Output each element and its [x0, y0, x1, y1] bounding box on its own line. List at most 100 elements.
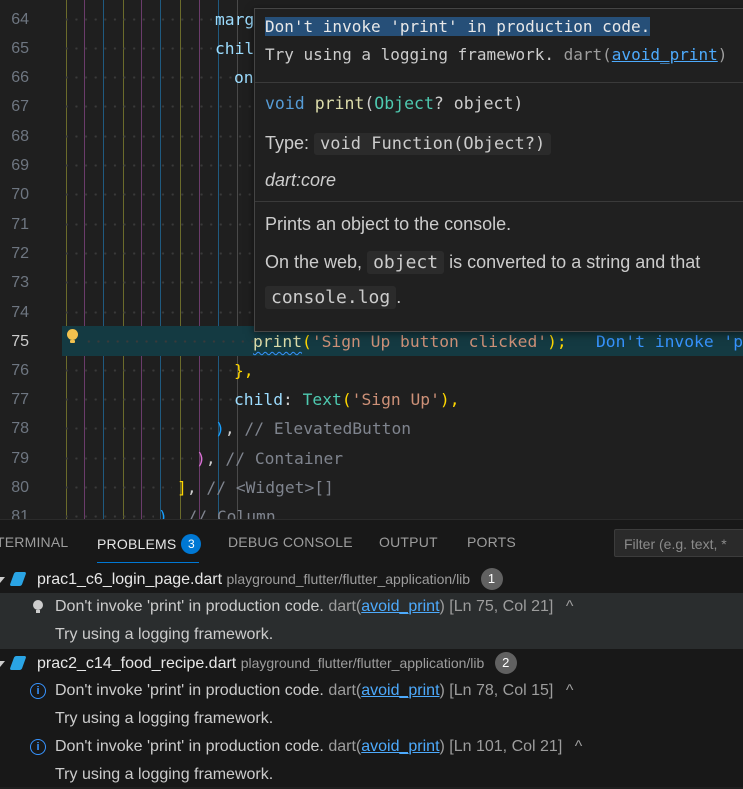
code-text: ), // Column — [158, 502, 276, 519]
problem-content: Don't invoke 'print' in production code.… — [55, 677, 573, 705]
code-comment: // <Widget>[] — [206, 478, 334, 497]
problem-source: dart( — [328, 682, 362, 699]
code-token: ) — [196, 449, 206, 468]
signature-paren: ( — [364, 94, 375, 113]
tab-debug-console[interactable]: DEBUG CONSOLE — [228, 534, 353, 550]
code-token: Text — [302, 390, 342, 409]
code-token: child — [234, 390, 284, 409]
tab-terminal[interactable]: TERMINAL — [0, 534, 68, 550]
code-line[interactable]: 81 ), // Column — [0, 502, 743, 519]
avoid-print-link[interactable]: avoid_print — [361, 738, 439, 755]
avoid-print-link[interactable]: avoid_print — [612, 45, 718, 64]
collapse-icon[interactable]: ^ — [566, 682, 574, 699]
code-comment: // Container — [225, 449, 344, 468]
problem-hint-row: Try using a logging framework. — [0, 705, 743, 733]
hover-doc-line1: Prints an object to the console. — [265, 214, 512, 234]
code-line[interactable]: 78 ), // ElevatedButton — [0, 414, 743, 444]
diagnostic-message: Don't invoke 'print' in production code. — [265, 17, 651, 36]
whitespace-dots — [62, 151, 252, 181]
hover-divider — [255, 82, 743, 83]
file-name: prac2_c14_food_recipe.dart — [37, 655, 237, 672]
line-number: 77 — [11, 391, 29, 408]
code-token: ) — [158, 507, 168, 519]
problem-message: Don't invoke 'print' in production code. — [55, 682, 324, 699]
code-token: : — [283, 390, 303, 409]
tab-problems[interactable]: PROBLEMS 3 — [97, 534, 202, 554]
tab-output[interactable]: OUTPUT — [379, 534, 438, 550]
code-token-string: 'Sign Up' — [351, 390, 440, 409]
lightbulb-icon[interactable] — [67, 329, 79, 343]
problem-location: [Ln 75, Col 21] — [449, 598, 554, 615]
whitespace-dots — [62, 356, 232, 386]
problem-hint: Try using a logging framework. — [55, 710, 274, 727]
code-token-string: 'Sign Up button clicked' — [311, 332, 548, 351]
line-number: 78 — [11, 420, 29, 437]
code-token: , — [205, 449, 226, 468]
code-text: ), // Container — [196, 444, 343, 473]
whitespace-dots — [62, 502, 154, 519]
doc-text: . — [396, 287, 402, 307]
hover-diagnostic: Don't invoke 'print' in production code.… — [255, 13, 743, 79]
collapse-icon[interactable]: ^ — [566, 598, 574, 615]
code-text: on — [234, 68, 254, 87]
code-token: , — [224, 419, 245, 438]
file-path: playground_flutter/flutter_application/l… — [240, 655, 485, 671]
problem-hint: Try using a logging framework. — [55, 766, 274, 783]
code-text: ], // <Widget>[] — [177, 473, 334, 502]
diagnostic-source-close: ) — [717, 45, 728, 64]
doc-code: console.log — [265, 286, 397, 309]
code-text: marg — [215, 10, 255, 29]
avoid-print-link[interactable]: avoid_print — [361, 598, 439, 615]
file-info: prac2_c14_food_recipe.dart playground_fl… — [37, 649, 517, 678]
line-number: 79 — [11, 450, 29, 467]
problem-file-row[interactable]: prac2_c14_food_recipe.dart playground_fl… — [0, 649, 743, 677]
collapse-icon[interactable]: ^ — [575, 738, 583, 755]
code-line[interactable]: 80 ], // <Widget>[] — [0, 473, 743, 503]
problem-source-close: ) — [439, 598, 445, 615]
whitespace-dots — [62, 444, 192, 474]
problem-content: Don't invoke 'print' in production code.… — [55, 733, 582, 761]
problems-count-badge: 3 — [181, 534, 202, 554]
doc-code: object — [367, 251, 445, 274]
line-number: 75 — [11, 333, 29, 350]
problem-content: Don't invoke 'print' in production code.… — [55, 593, 573, 621]
code-token: ) — [215, 419, 225, 438]
code-editor[interactable]: 64 marg 65 chil 66 on 67 68 69 70 71 72 … — [0, 0, 743, 519]
code-token: , — [167, 507, 188, 519]
whitespace-dots — [84, 327, 274, 357]
code-token: , — [186, 478, 207, 497]
hover-signature: void print(Object? object) — [255, 86, 743, 122]
problem-row[interactable]: i Don't invoke 'print' in production cod… — [0, 677, 743, 705]
whitespace-dots — [62, 473, 172, 503]
line-number: 80 — [11, 479, 29, 496]
code-token: ( — [302, 332, 312, 351]
file-problem-count: 1 — [480, 568, 503, 590]
tab-ports[interactable]: PORTS — [467, 534, 516, 550]
doc-text: On the web, — [265, 252, 363, 272]
avoid-print-link[interactable]: avoid_print — [361, 682, 439, 699]
code-token: ] — [177, 478, 187, 497]
code-line[interactable]: 77 child: Text('Sign Up'), — [0, 385, 743, 415]
info-icon: i — [30, 683, 46, 699]
active-tab-indicator — [97, 562, 199, 563]
file-path: playground_flutter/flutter_application/l… — [226, 571, 471, 587]
diagnostic-hint: Try using a logging framework. — [265, 45, 554, 64]
diagnostic-hint-line: Try using a logging framework. dart(avoi… — [265, 41, 743, 69]
whitespace-dots — [62, 180, 252, 210]
whitespace-dots — [62, 268, 252, 298]
whitespace-dots — [62, 122, 252, 152]
line-number: 74 — [11, 304, 29, 321]
line-number: 64 — [11, 11, 29, 28]
problem-row[interactable]: i Don't invoke 'print' in production cod… — [0, 733, 743, 761]
whitespace-dots — [62, 210, 252, 240]
whitespace-dots — [62, 298, 252, 328]
code-line[interactable]: 76 }, — [0, 356, 743, 386]
type-label: Type: — [265, 133, 310, 153]
problems-filter-input[interactable]: Filter (e.g. text, * — [614, 529, 743, 557]
code-token: ( — [341, 390, 352, 409]
problem-file-row[interactable]: prac1_c6_login_page.dart playground_flut… — [0, 565, 743, 593]
problem-row[interactable]: Don't invoke 'print' in production code.… — [0, 593, 743, 621]
code-comment: // ElevatedButton — [244, 419, 412, 438]
code-line[interactable]: 79 ), // Container — [0, 444, 743, 474]
chevron-down-icon — [0, 577, 5, 583]
